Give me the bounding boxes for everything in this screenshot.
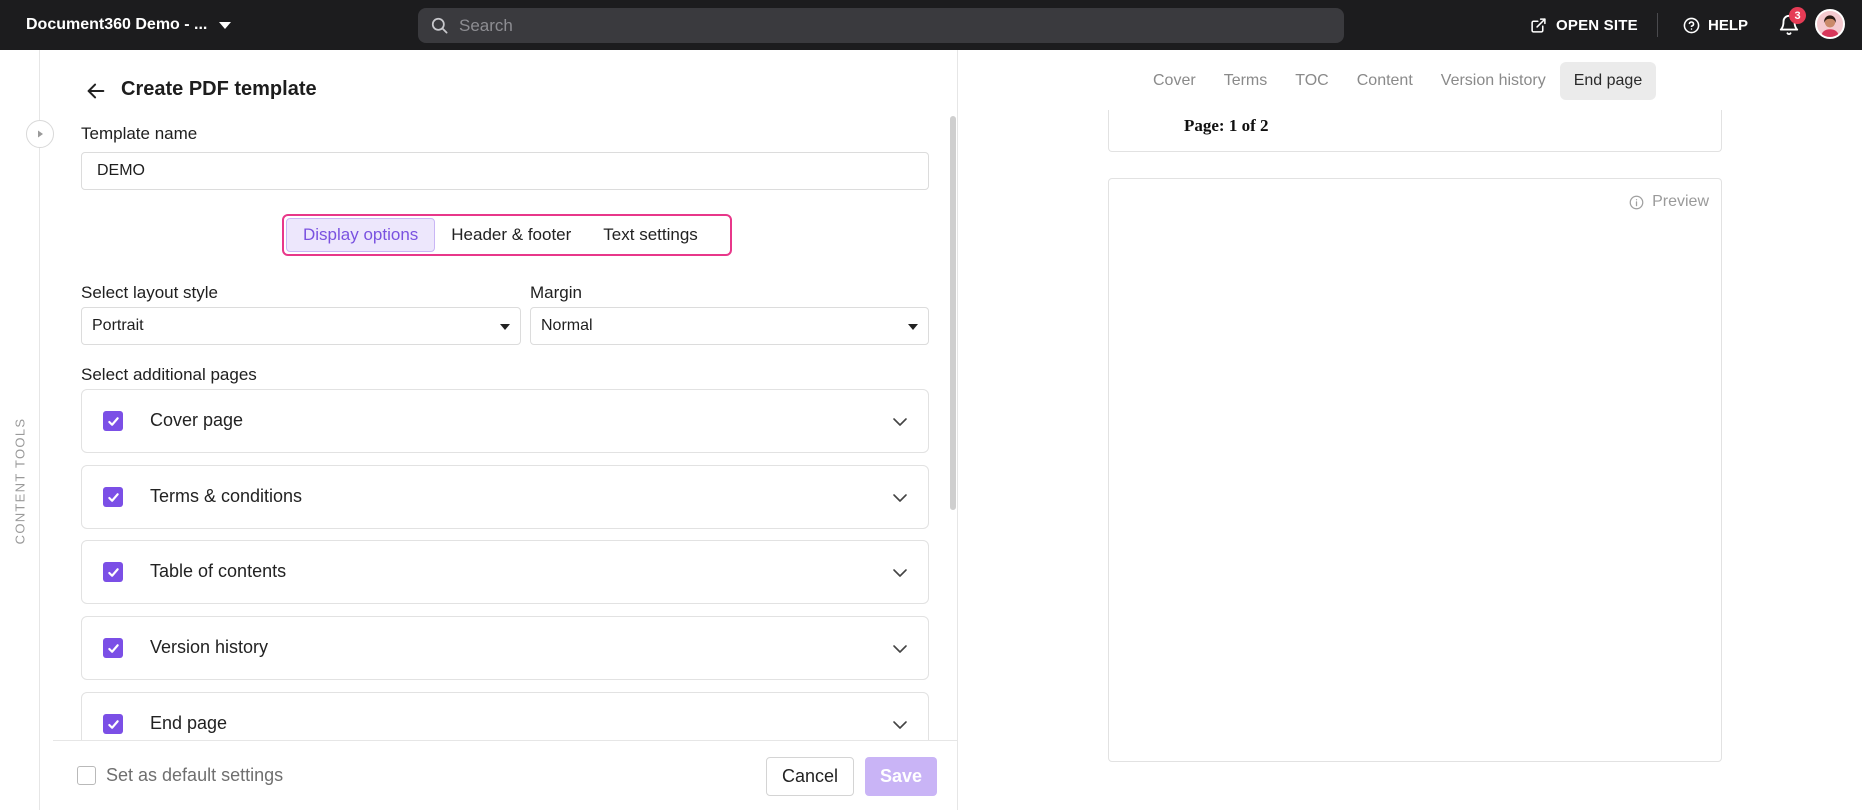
layout-style-value: Portrait <box>92 317 144 334</box>
open-site-label: OPEN SITE <box>1556 16 1638 34</box>
check-icon <box>107 643 119 653</box>
template-name-label: Template name <box>81 124 198 143</box>
chevron-down-icon[interactable] <box>892 717 908 733</box>
preview-page: Preview <box>1108 178 1722 762</box>
margin-label: Margin <box>530 283 582 302</box>
avatar[interactable] <box>1815 9 1845 39</box>
content-tools-label: CONTENT TOOLS <box>12 417 28 545</box>
tab-version-history[interactable]: Version history <box>1427 62 1560 100</box>
open-site-button[interactable]: OPEN SITE <box>1530 0 1638 50</box>
help-label: HELP <box>1708 16 1749 34</box>
search-icon <box>431 17 448 34</box>
content-tools-rail: CONTENT TOOLS <box>0 50 40 810</box>
tab-toc[interactable]: TOC <box>1281 62 1342 100</box>
notification-badge: 3 <box>1789 7 1806 24</box>
project-name: Document360 Demo - ... <box>26 16 208 33</box>
margin-select[interactable]: Normal <box>530 307 929 345</box>
check-icon <box>107 719 119 729</box>
margin-value: Normal <box>541 317 593 334</box>
check-icon <box>107 567 119 577</box>
terms-conditions-label: Terms & conditions <box>150 486 303 506</box>
table-of-contents-label: Table of contents <box>150 561 287 581</box>
chevron-down-icon[interactable] <box>892 565 908 581</box>
external-link-icon <box>1531 17 1546 33</box>
end-page-label: End page <box>150 713 228 733</box>
additional-pages-label: Select additional pages <box>81 365 257 384</box>
caret-down-icon <box>500 324 510 330</box>
help-circle-icon <box>1683 17 1700 33</box>
page-title: Create PDF template <box>121 78 317 100</box>
panel-footer: Set as default settings Cancel Save <box>53 740 957 810</box>
preview-indicator: Preview <box>1629 193 1709 211</box>
tab-cover[interactable]: Cover <box>1139 62 1210 100</box>
accordion-table-of-contents[interactable]: Table of contents <box>81 540 929 604</box>
end-page-checkbox[interactable] <box>103 714 123 734</box>
cover-page-label: Cover page <box>150 410 244 430</box>
pdf-template-panel: Create PDF template Template name Displa… <box>41 50 958 810</box>
accordion-cover-page[interactable]: Cover page <box>81 389 929 453</box>
scrollbar[interactable] <box>950 116 956 510</box>
accordion-version-history[interactable]: Version history <box>81 616 929 680</box>
chevron-down-icon[interactable] <box>892 414 908 430</box>
top-bar: Document360 Demo - ... OPEN SITE HELP 3 <box>0 0 1862 50</box>
chevron-down-icon[interactable] <box>892 641 908 657</box>
check-icon <box>107 416 119 426</box>
layout-style-label: Select layout style <box>81 283 219 302</box>
template-name-input[interactable] <box>81 152 929 190</box>
chevron-down-icon[interactable] <box>892 490 908 506</box>
tab-display-options[interactable]: Display options <box>286 218 436 252</box>
arrow-left-icon[interactable] <box>85 80 107 102</box>
cover-page-checkbox[interactable] <box>103 411 123 431</box>
tab-terms[interactable]: Terms <box>1210 62 1282 100</box>
table-of-contents-checkbox[interactable] <box>103 562 123 582</box>
tab-header-footer[interactable]: Header & footer <box>435 218 587 252</box>
divider <box>1657 13 1658 37</box>
cancel-button[interactable]: Cancel <box>766 757 854 796</box>
accordion-terms-conditions[interactable]: Terms & conditions <box>81 465 929 529</box>
project-switcher[interactable]: Document360 Demo - ... <box>26 0 232 50</box>
layout-style-select[interactable]: Portrait <box>81 307 521 345</box>
search-input[interactable] <box>459 15 1319 36</box>
expand-rail-button[interactable] <box>26 120 54 148</box>
chevron-down-icon <box>219 21 232 29</box>
preview-page-footer: Page: 1 of 2 <box>1108 110 1722 152</box>
tab-content[interactable]: Content <box>1343 62 1427 100</box>
default-settings-checkbox[interactable] <box>77 766 96 785</box>
version-history-checkbox[interactable] <box>103 638 123 658</box>
help-button[interactable]: HELP <box>1683 0 1748 50</box>
page-number: Page: 1 of 2 <box>1184 116 1269 135</box>
search-bar[interactable] <box>418 8 1344 43</box>
caret-down-icon <box>908 324 918 330</box>
preview-tabs: Cover Terms TOC Content Version history … <box>1139 62 1657 100</box>
check-icon <box>107 492 119 502</box>
settings-tabs: Display options Header & footer Text set… <box>282 214 732 256</box>
save-button[interactable]: Save <box>865 757 937 796</box>
tab-text-settings[interactable]: Text settings <box>587 218 714 252</box>
version-history-label: Version history <box>150 637 269 657</box>
preview-label: Preview <box>1652 193 1709 210</box>
terms-conditions-checkbox[interactable] <box>103 487 123 507</box>
default-settings-label: Set as default settings <box>106 765 284 785</box>
caret-right-icon <box>38 130 43 138</box>
tab-end-page[interactable]: End page <box>1559 62 1657 100</box>
user-avatar-icon <box>1817 11 1843 37</box>
info-icon <box>1629 195 1644 209</box>
